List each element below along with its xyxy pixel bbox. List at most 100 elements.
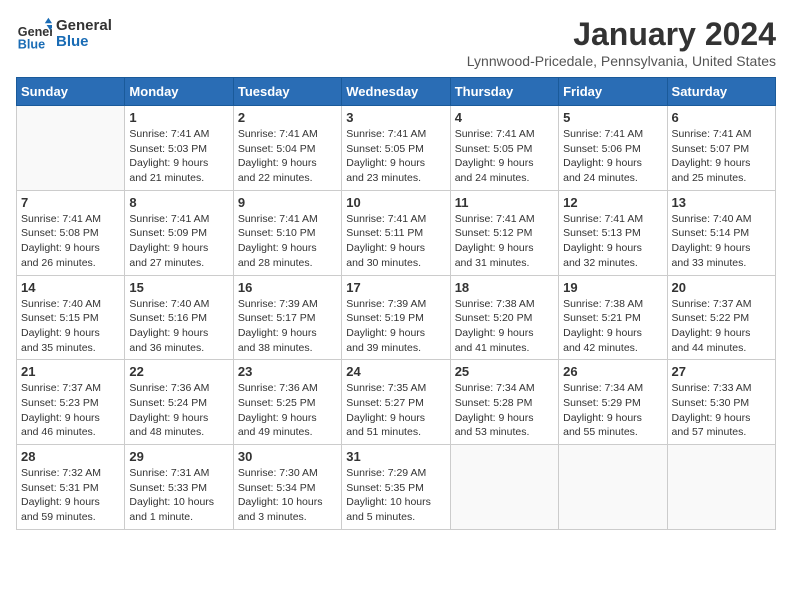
calendar-cell: 19 Sunrise: 7:38 AM Sunset: 5:21 PM Dayli…	[559, 275, 667, 360]
day-info: Sunrise: 7:34 AM Sunset: 5:28 PM Dayligh…	[455, 381, 554, 440]
day-number: 30	[238, 449, 337, 464]
calendar-cell: 25Sunrise: 7:34 AM Sunset: 5:28 PM Dayli…	[450, 360, 558, 445]
calendar-table: SundayMondayTuesdayWednesdayThursdayFrid…	[16, 77, 776, 530]
calendar-cell	[17, 106, 125, 191]
calendar-cell: 5 Sunrise: 7:41 AM Sunset: 5:06 PM Daylig…	[559, 106, 667, 191]
day-info: Sunrise: 7:41 AM Sunset: 5:03 PM Dayligh…	[129, 127, 228, 186]
day-info: Sunrise: 7:32 AM Sunset: 5:31 PM Dayligh…	[21, 466, 120, 525]
day-number: 16	[238, 280, 337, 295]
calendar-cell: 15 Sunrise: 7:40 AM Sunset: 5:16 PM Dayli…	[125, 275, 233, 360]
day-info: Sunrise: 7:41 AM Sunset: 5:04 PM Dayligh…	[238, 127, 337, 186]
day-info: Sunrise: 7:41 AM Sunset: 5:09 PM Dayligh…	[129, 212, 228, 271]
day-number: 31	[346, 449, 445, 464]
logo-icon: General Blue	[16, 16, 52, 52]
day-number: 4	[455, 110, 554, 125]
calendar-cell	[559, 445, 667, 530]
day-number: 21	[21, 364, 120, 379]
day-info: Sunrise: 7:37 AM Sunset: 5:22 PM Dayligh…	[672, 297, 771, 356]
day-number: 6	[672, 110, 771, 125]
header-friday: Friday	[559, 78, 667, 106]
calendar-week-row: 28 Sunrise: 7:32 AM Sunset: 5:31 PM Dayli…	[17, 445, 776, 530]
calendar-cell: 31 Sunrise: 7:29 AM Sunset: 5:35 PM Dayli…	[342, 445, 450, 530]
calendar-cell: 10Sunrise: 7:41 AM Sunset: 5:11 PM Dayli…	[342, 190, 450, 275]
day-info: Sunrise: 7:33 AM Sunset: 5:30 PM Dayligh…	[672, 381, 771, 440]
header-sunday: Sunday	[17, 78, 125, 106]
day-number: 13	[672, 195, 771, 210]
calendar-cell: 12Sunrise: 7:41 AM Sunset: 5:13 PM Dayli…	[559, 190, 667, 275]
calendar-header-row: SundayMondayTuesdayWednesdayThursdayFrid…	[17, 78, 776, 106]
day-number: 19	[563, 280, 662, 295]
logo-text-line2: Blue	[56, 34, 112, 51]
day-number: 9	[238, 195, 337, 210]
day-info: Sunrise: 7:41 AM Sunset: 5:06 PM Dayligh…	[563, 127, 662, 186]
calendar-cell: 30 Sunrise: 7:30 AM Sunset: 5:34 PM Dayli…	[233, 445, 341, 530]
calendar-cell: 14 Sunrise: 7:40 AM Sunset: 5:15 PM Dayli…	[17, 275, 125, 360]
day-info: Sunrise: 7:41 AM Sunset: 5:05 PM Dayligh…	[346, 127, 445, 186]
calendar-cell: 7Sunrise: 7:41 AM Sunset: 5:08 PM Daylig…	[17, 190, 125, 275]
calendar-cell: 8 Sunrise: 7:41 AM Sunset: 5:09 PM Daylig…	[125, 190, 233, 275]
calendar-cell	[667, 445, 775, 530]
day-info: Sunrise: 7:38 AM Sunset: 5:21 PM Dayligh…	[563, 297, 662, 356]
day-number: 18	[455, 280, 554, 295]
calendar-cell: 24Sunrise: 7:35 AM Sunset: 5:27 PM Dayli…	[342, 360, 450, 445]
header-monday: Monday	[125, 78, 233, 106]
calendar-cell: 23Sunrise: 7:36 AM Sunset: 5:25 PM Dayli…	[233, 360, 341, 445]
header-saturday: Saturday	[667, 78, 775, 106]
day-number: 5	[563, 110, 662, 125]
day-info: Sunrise: 7:41 AM Sunset: 5:05 PM Dayligh…	[455, 127, 554, 186]
day-info: Sunrise: 7:37 AM Sunset: 5:23 PM Dayligh…	[21, 381, 120, 440]
day-info: Sunrise: 7:41 AM Sunset: 5:10 PM Dayligh…	[238, 212, 337, 271]
day-number: 11	[455, 195, 554, 210]
day-number: 12	[563, 195, 662, 210]
day-info: Sunrise: 7:29 AM Sunset: 5:35 PM Dayligh…	[346, 466, 445, 525]
calendar-week-row: 7Sunrise: 7:41 AM Sunset: 5:08 PM Daylig…	[17, 190, 776, 275]
calendar-cell: 27Sunrise: 7:33 AM Sunset: 5:30 PM Dayli…	[667, 360, 775, 445]
calendar-cell: 17 Sunrise: 7:39 AM Sunset: 5:19 PM Dayli…	[342, 275, 450, 360]
calendar-cell: 18 Sunrise: 7:38 AM Sunset: 5:20 PM Dayli…	[450, 275, 558, 360]
calendar-cell	[450, 445, 558, 530]
day-info: Sunrise: 7:40 AM Sunset: 5:16 PM Dayligh…	[129, 297, 228, 356]
calendar-week-row: 14 Sunrise: 7:40 AM Sunset: 5:15 PM Dayli…	[17, 275, 776, 360]
calendar-cell: 9 Sunrise: 7:41 AM Sunset: 5:10 PM Daylig…	[233, 190, 341, 275]
header-wednesday: Wednesday	[342, 78, 450, 106]
day-info: Sunrise: 7:39 AM Sunset: 5:19 PM Dayligh…	[346, 297, 445, 356]
day-number: 17	[346, 280, 445, 295]
title-area: January 2024 Lynnwood-Pricedale, Pennsyl…	[467, 16, 776, 69]
day-number: 28	[21, 449, 120, 464]
day-info: Sunrise: 7:40 AM Sunset: 5:15 PM Dayligh…	[21, 297, 120, 356]
calendar-cell: 26 Sunrise: 7:34 AM Sunset: 5:29 PM Dayli…	[559, 360, 667, 445]
day-number: 29	[129, 449, 228, 464]
day-info: Sunrise: 7:36 AM Sunset: 5:25 PM Dayligh…	[238, 381, 337, 440]
calendar-cell: 29Sunrise: 7:31 AM Sunset: 5:33 PM Dayli…	[125, 445, 233, 530]
day-number: 20	[672, 280, 771, 295]
calendar-cell: 3 Sunrise: 7:41 AM Sunset: 5:05 PM Daylig…	[342, 106, 450, 191]
day-number: 7	[21, 195, 120, 210]
day-number: 14	[21, 280, 120, 295]
calendar-cell: 22Sunrise: 7:36 AM Sunset: 5:24 PM Dayli…	[125, 360, 233, 445]
day-number: 3	[346, 110, 445, 125]
logo-text-line1: General	[56, 18, 112, 35]
calendar-week-row: 21 Sunrise: 7:37 AM Sunset: 5:23 PM Dayli…	[17, 360, 776, 445]
day-number: 8	[129, 195, 228, 210]
calendar-week-row: 1 Sunrise: 7:41 AM Sunset: 5:03 PM Daylig…	[17, 106, 776, 191]
day-number: 1	[129, 110, 228, 125]
day-number: 15	[129, 280, 228, 295]
day-info: Sunrise: 7:41 AM Sunset: 5:12 PM Dayligh…	[455, 212, 554, 271]
calendar-cell: 6 Sunrise: 7:41 AM Sunset: 5:07 PM Daylig…	[667, 106, 775, 191]
day-number: 26	[563, 364, 662, 379]
calendar-cell: 2 Sunrise: 7:41 AM Sunset: 5:04 PM Daylig…	[233, 106, 341, 191]
day-number: 22	[129, 364, 228, 379]
day-info: Sunrise: 7:34 AM Sunset: 5:29 PM Dayligh…	[563, 381, 662, 440]
day-info: Sunrise: 7:38 AM Sunset: 5:20 PM Dayligh…	[455, 297, 554, 356]
day-number: 2	[238, 110, 337, 125]
day-number: 24	[346, 364, 445, 379]
day-info: Sunrise: 7:41 AM Sunset: 5:07 PM Dayligh…	[672, 127, 771, 186]
calendar-title: January 2024	[467, 16, 776, 53]
calendar-cell: 13 Sunrise: 7:40 AM Sunset: 5:14 PM Dayli…	[667, 190, 775, 275]
calendar-cell: 16 Sunrise: 7:39 AM Sunset: 5:17 PM Dayli…	[233, 275, 341, 360]
day-info: Sunrise: 7:39 AM Sunset: 5:17 PM Dayligh…	[238, 297, 337, 356]
day-info: Sunrise: 7:30 AM Sunset: 5:34 PM Dayligh…	[238, 466, 337, 525]
calendar-cell: 20 Sunrise: 7:37 AM Sunset: 5:22 PM Dayli…	[667, 275, 775, 360]
day-info: Sunrise: 7:41 AM Sunset: 5:11 PM Dayligh…	[346, 212, 445, 271]
day-info: Sunrise: 7:40 AM Sunset: 5:14 PM Dayligh…	[672, 212, 771, 271]
